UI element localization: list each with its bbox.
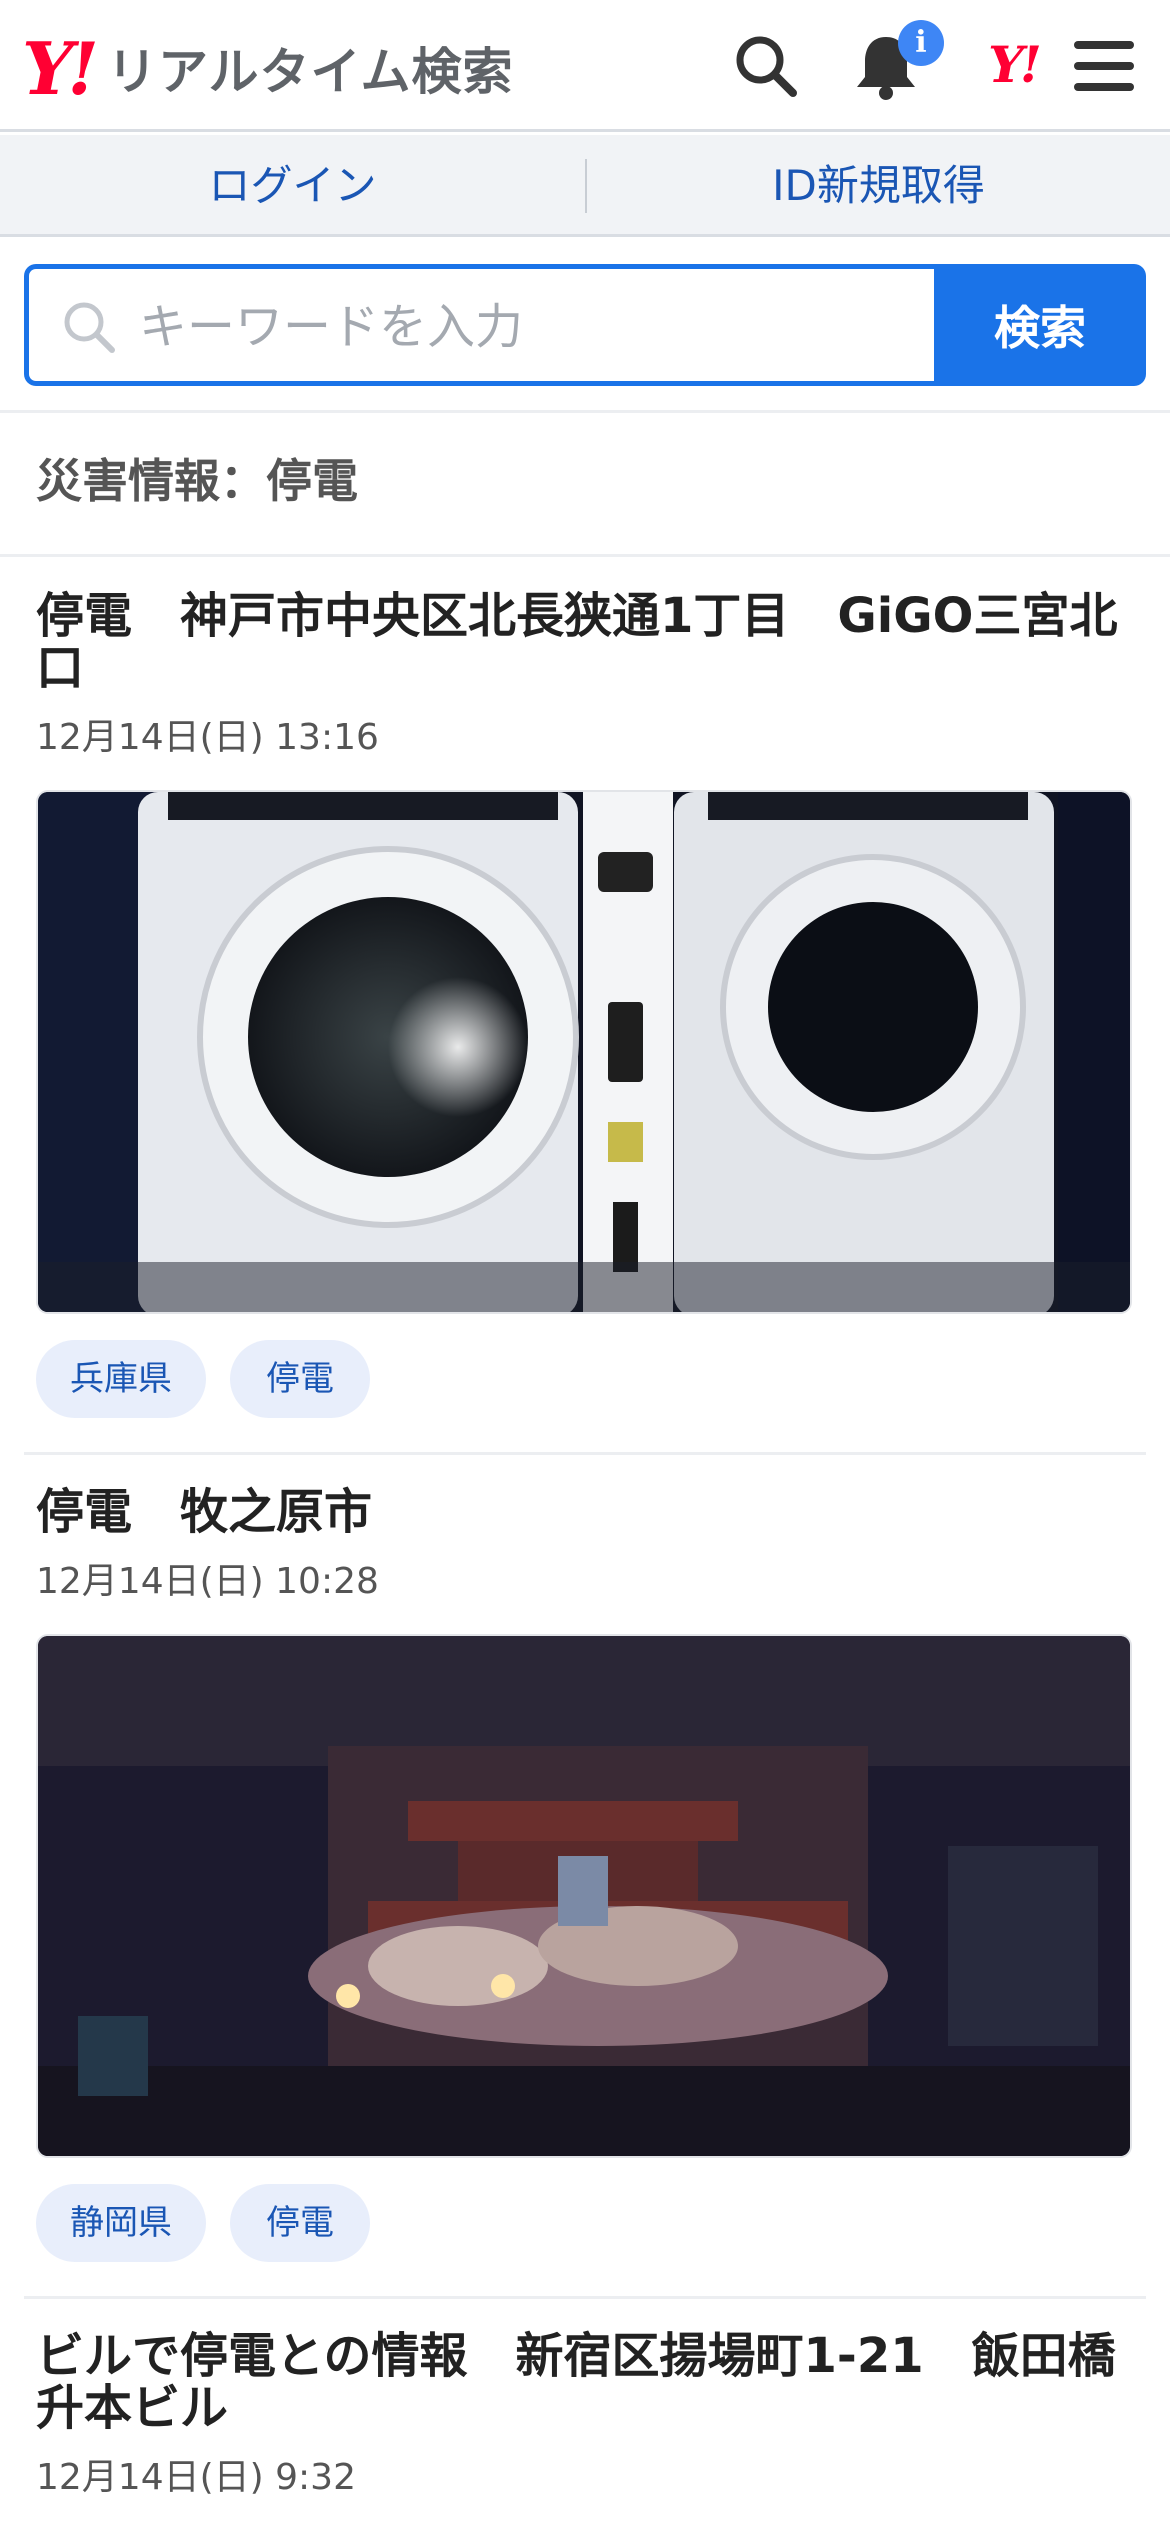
section-title: 災害情報：停電 — [36, 454, 358, 508]
post-image-funeral-altar[interactable] — [36, 1634, 1132, 2158]
account-bar: ログイン ID新規取得 — [0, 135, 1170, 237]
tag-category[interactable]: 停電 — [230, 1340, 370, 1418]
divider — [24, 1452, 1146, 1455]
yahoo-top-link-icon[interactable]: Y! — [968, 30, 1058, 100]
search-bar: 検索 — [24, 264, 1146, 386]
search-box — [24, 264, 934, 386]
tag-prefecture[interactable]: 静岡県 — [36, 2184, 206, 2262]
login-link[interactable]: ログイン — [0, 135, 585, 237]
search-button[interactable]: 検索 — [934, 264, 1146, 386]
divider — [0, 554, 1170, 557]
tag-category[interactable]: 停電 — [230, 2184, 370, 2262]
post-time: 12月14日(日) 13:16 — [36, 717, 379, 758]
post-image-arcade-machine[interactable] — [36, 790, 1132, 1314]
post-title[interactable]: 停電 神戸市中央区北長狭通1丁目 GiGO三宮北口 — [36, 590, 1136, 694]
post-time: 12月14日(日) 9:32 — [36, 2457, 356, 2498]
search-input[interactable] — [139, 289, 899, 365]
notification-badge: i — [898, 20, 944, 66]
post-title[interactable]: ビルで停電との情報 新宿区揚場町1-21 飯田橋升本ビル — [36, 2330, 1136, 2434]
app-header: Y! リアルタイム検索 i Y! — [0, 0, 1170, 132]
divider — [24, 2296, 1146, 2299]
post-title[interactable]: 停電 牧之原市 — [36, 1486, 1136, 1538]
tag-prefecture[interactable]: 兵庫県 — [36, 1340, 206, 1418]
search-field-icon — [61, 299, 117, 359]
divider — [0, 410, 1170, 413]
yahoo-logo-mark: Y! — [22, 25, 99, 111]
search-icon[interactable] — [726, 26, 806, 106]
yahoo-realtime-logo[interactable]: Y! リアルタイム検索 — [22, 25, 514, 111]
register-link[interactable]: ID新規取得 — [587, 135, 1170, 237]
post-time: 12月14日(日) 10:28 — [36, 1561, 379, 1602]
menu-icon[interactable] — [1064, 26, 1144, 106]
service-name: リアルタイム検索 — [107, 43, 514, 101]
